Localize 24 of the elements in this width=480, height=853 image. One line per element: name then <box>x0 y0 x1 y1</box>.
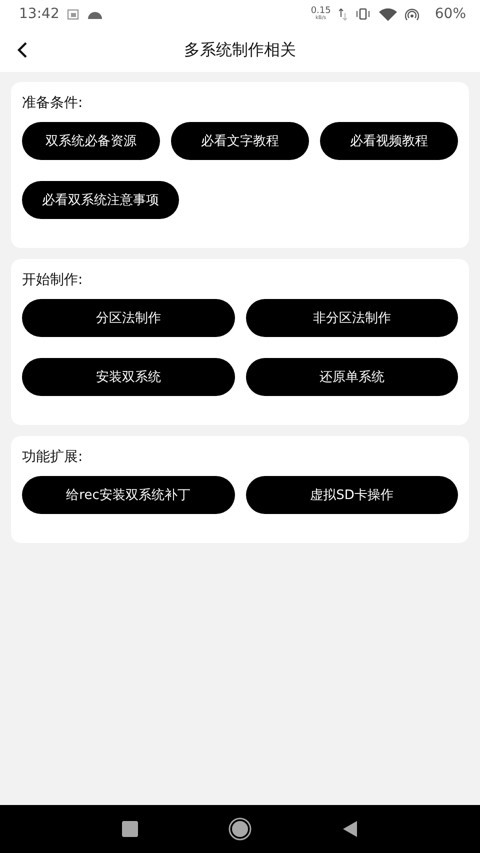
data-arrows-icon <box>338 8 347 20</box>
action-button[interactable]: 分区法制作 <box>22 299 234 337</box>
action-button[interactable]: 非分区法制作 <box>246 299 458 337</box>
action-button[interactable]: 虚拟SD卡操作 <box>246 476 458 514</box>
action-button[interactable]: 必看双系统注意事项 <box>22 181 179 219</box>
page-title: 多系统制作相关 <box>184 40 296 60</box>
back-icon[interactable] <box>16 41 28 59</box>
action-button[interactable]: 安装双系统 <box>22 358 234 396</box>
section-title: 准备条件: <box>22 94 83 112</box>
action-button[interactable]: 必看文字教程 <box>171 122 309 160</box>
action-button[interactable]: 给rec安装双系统补丁 <box>22 476 234 514</box>
screenshot-icon <box>67 8 80 20</box>
battery-level: 60% <box>434 6 466 22</box>
vibrate-icon <box>354 8 371 20</box>
action-button[interactable]: 双系统必备资源 <box>22 122 160 160</box>
section-title: 功能扩展: <box>22 448 83 466</box>
section-title: 开始制作: <box>22 271 83 289</box>
home-icon[interactable] <box>228 817 252 841</box>
hotspot-icon <box>404 8 419 20</box>
back-icon[interactable] <box>342 820 358 838</box>
wifi-icon <box>378 8 397 20</box>
status-time: 13:42 <box>19 6 60 22</box>
action-button[interactable]: 必看视频教程 <box>320 122 458 160</box>
action-button[interactable]: 还原单系统 <box>246 358 458 396</box>
